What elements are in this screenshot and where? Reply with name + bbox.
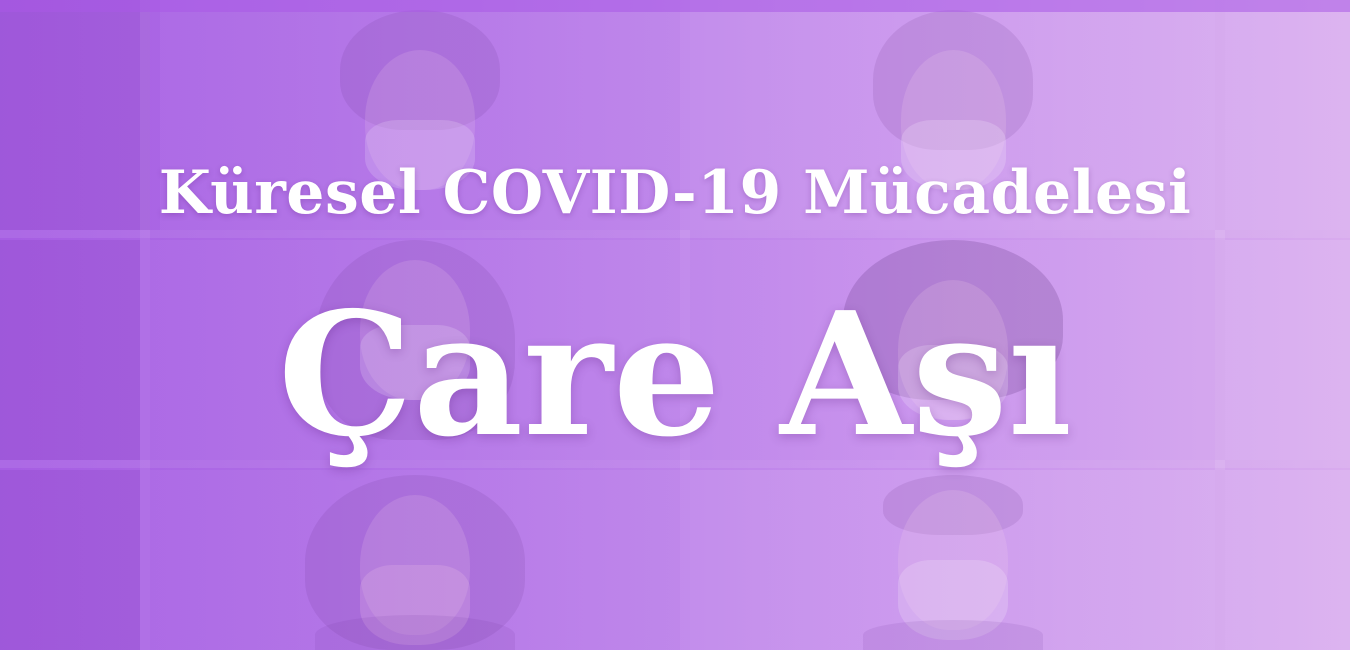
banner-headline: Çare Aşı [277,275,1073,475]
banner-subtitle: Küresel COVID-19 Mücadelesi [158,158,1192,228]
vaccine-banner: Küresel COVID-19 Mücadelesi Çare Aşı [0,0,1350,650]
top-strip [0,0,1350,12]
